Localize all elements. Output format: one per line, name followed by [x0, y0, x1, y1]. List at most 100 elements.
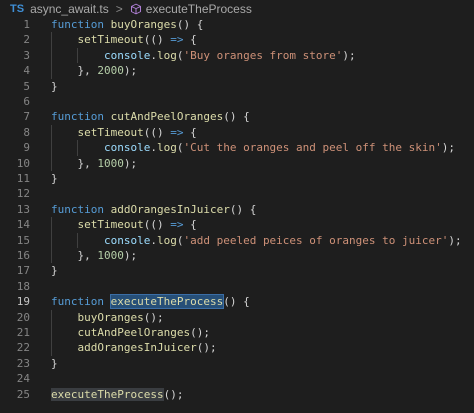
code-token: () {	[223, 295, 250, 309]
code-line[interactable]: 9 console.log('Cut the oranges and peel …	[0, 140, 474, 155]
code-token: log	[156, 233, 177, 247]
line-number: 18	[16, 279, 30, 293]
code-token: log	[156, 48, 177, 62]
code-token: function	[51, 18, 111, 31]
code-text: }, 1000);	[51, 248, 137, 263]
code-line[interactable]: 16 }, 1000);	[0, 248, 474, 263]
code-token: );	[448, 233, 462, 247]
code-line[interactable]: 15 console.log('add peeled peices of ora…	[0, 233, 474, 248]
code-token: buyOranges	[110, 18, 177, 31]
code-text: }	[51, 263, 58, 278]
code-text: console.log('add peeled peices of orange…	[51, 233, 462, 248]
code-line[interactable]: 12	[0, 186, 474, 201]
code-line[interactable]: 14 setTimeout(() => {	[0, 217, 474, 232]
code-line[interactable]: 23}	[0, 356, 474, 371]
code-token: ();	[196, 341, 217, 355]
code-token: );	[123, 64, 138, 78]
code-token: }	[51, 356, 58, 370]
code-text: }	[51, 171, 58, 186]
code-line[interactable]: 2 setTimeout(() => {	[0, 32, 474, 47]
code-line[interactable]: 11}	[0, 171, 474, 186]
line-number: 7	[23, 110, 30, 124]
code-token: console	[103, 141, 151, 155]
code-line[interactable]: 20 buyOranges();	[0, 310, 474, 325]
code-line[interactable]: 7 function cutAndPeelOranges() {	[0, 109, 474, 124]
code-text: executeTheProcess();	[51, 387, 183, 402]
code-token: {	[183, 33, 197, 47]
line-number: 3	[23, 48, 30, 62]
code-token: cutAndPeelOranges	[77, 326, 191, 339]
code-line[interactable]: 18	[0, 279, 474, 294]
code-text: }	[51, 356, 58, 371]
code-token: );	[123, 156, 138, 170]
code-token: function	[51, 110, 111, 124]
code-token: 'Buy oranges from store'	[183, 48, 343, 62]
line-number: 17	[16, 264, 30, 278]
code-line[interactable]: 19 function executeTheProcess() {	[0, 294, 474, 310]
code-line[interactable]: 10 }, 1000);	[0, 156, 474, 171]
code-token: (()	[143, 218, 171, 232]
code-line[interactable]: 17}	[0, 263, 474, 278]
code-line[interactable]: 3 console.log('Buy oranges from store');	[0, 48, 474, 63]
code-text: setTimeout(() => {	[51, 217, 197, 232]
code-token: .	[150, 141, 157, 155]
code-token: 'Cut the oranges and peel off the skin'	[183, 141, 442, 155]
code-text: function cutAndPeelOranges() {	[51, 109, 250, 124]
code-text: console.log('Buy oranges from store');	[51, 48, 356, 63]
code-token: );	[123, 249, 138, 262]
code-line[interactable]: 6	[0, 94, 474, 109]
code-token: =>	[170, 218, 184, 232]
code-token: function	[51, 202, 111, 216]
code-line[interactable]: 25 executeTheProcess();	[0, 387, 474, 402]
code-token: },	[51, 156, 98, 170]
indent-guide	[51, 32, 52, 79]
code-token: ();	[143, 310, 164, 324]
code-line[interactable]: 24	[0, 371, 474, 386]
code-token: console	[103, 48, 151, 62]
breadcrumb-file-name[interactable]: async_await.ts	[30, 2, 109, 16]
code-line[interactable]: 4 }, 2000);	[0, 63, 474, 78]
code-token: ();	[190, 326, 210, 339]
code-line[interactable]: 21 cutAndPeelOranges();	[0, 325, 474, 340]
code-line[interactable]: 5}	[0, 79, 474, 94]
code-line[interactable]: 1 function buyOranges() {	[0, 17, 474, 32]
indent-guide	[51, 124, 52, 171]
breadcrumb: TS async_await.ts > executeTheProcess	[0, 0, 474, 17]
code-token: ();	[163, 387, 184, 401]
breadcrumb-symbol-name[interactable]: executeTheProcess	[146, 2, 252, 16]
line-number: 13	[16, 202, 30, 216]
code-token: 1000	[97, 156, 124, 170]
code-token: setTimeout	[77, 33, 144, 47]
code-token: }	[51, 79, 58, 93]
code-line[interactable]: 22 addOrangesInJuicer();	[0, 340, 474, 355]
code-text: }, 2000);	[51, 63, 137, 78]
code-token: (()	[143, 33, 171, 47]
code-text: setTimeout(() => {	[51, 32, 197, 47]
highlighted-symbol: executeTheProcess	[109, 294, 225, 310]
line-number: 4	[23, 64, 30, 78]
indent-guide	[51, 217, 52, 264]
code-token: log	[156, 141, 177, 155]
code-token: (()	[143, 125, 171, 139]
highlighted-symbol: executeTheProcess	[51, 387, 164, 401]
line-number: 20	[16, 310, 30, 324]
code-text: }	[51, 79, 58, 94]
indent-guide	[77, 232, 79, 248]
code-text: console.log('Cut the oranges and peel of…	[51, 140, 455, 155]
indent-guide	[51, 309, 52, 356]
code-text: function addOrangesInJuicer() {	[51, 202, 256, 217]
indent-guide	[77, 47, 79, 64]
line-number: 25	[16, 387, 30, 401]
line-number: 15	[16, 233, 30, 247]
line-number: 5	[23, 79, 30, 93]
line-number: 11	[16, 172, 30, 185]
code-editor[interactable]: 1 function buyOranges() {2 setTimeout(() …	[0, 17, 474, 413]
code-line[interactable]: 8 setTimeout(() => {	[0, 125, 474, 140]
line-number: 2	[23, 33, 30, 47]
code-line[interactable]: 13 function addOrangesInJuicer() {	[0, 202, 474, 217]
